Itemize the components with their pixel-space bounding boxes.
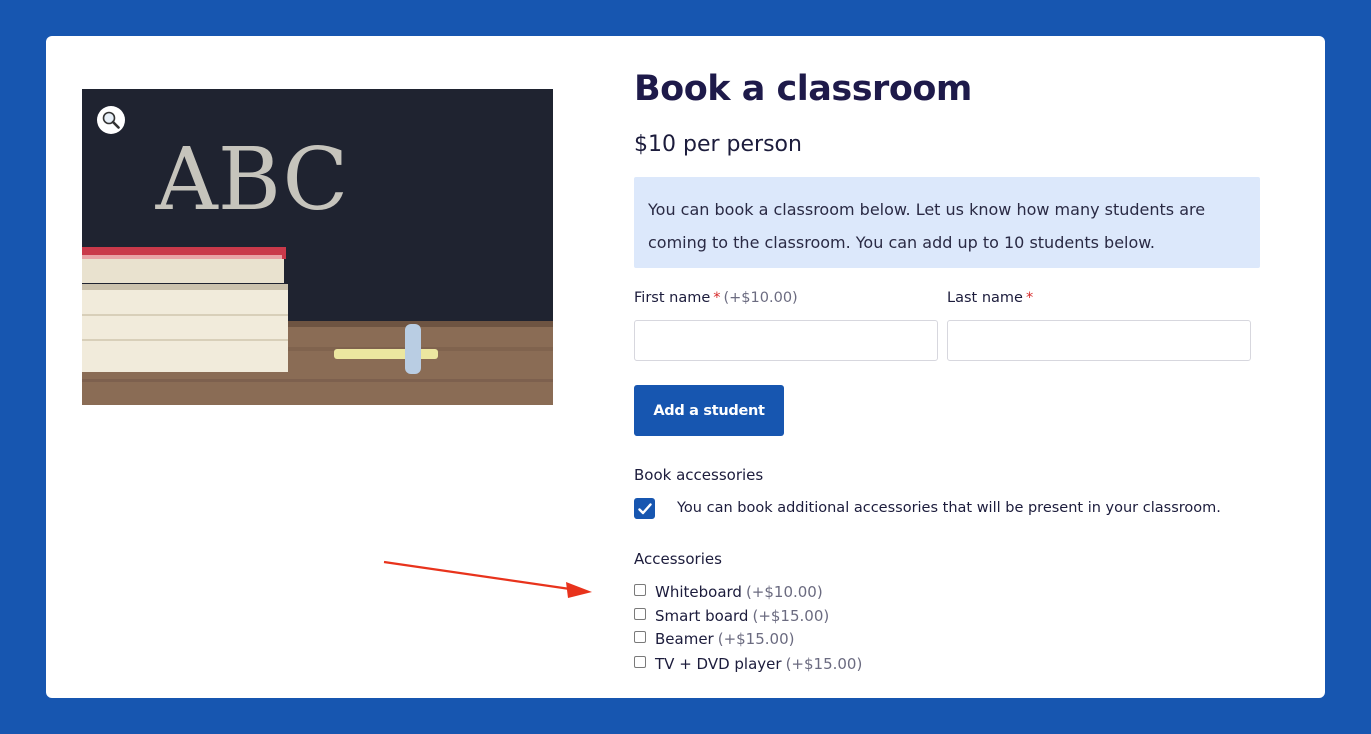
accessory-name: Smart board — [655, 607, 749, 625]
accessory-name: Beamer — [655, 630, 714, 648]
last-name-field[interactable] — [947, 320, 1251, 361]
accessories-label: Accessories — [634, 550, 722, 568]
first-name-label-text: First name — [634, 290, 711, 306]
product-image: ABC — [82, 89, 553, 405]
zoom-icon — [102, 111, 120, 129]
smart-board-checkbox[interactable] — [634, 608, 646, 620]
accessory-price: (+$15.00) — [785, 655, 863, 673]
first-name-label: First name * (+$10.00) — [634, 290, 798, 306]
beamer-checkbox[interactable] — [634, 631, 646, 643]
accessory-price: (+$15.00) — [752, 607, 830, 625]
whiteboard-checkbox[interactable] — [634, 584, 646, 596]
add-student-button[interactable]: Add a student — [634, 385, 784, 436]
book-accessories-checkbox[interactable] — [634, 498, 655, 519]
tv-dvd-checkbox[interactable] — [634, 656, 646, 668]
chalkboard-text: ABC — [155, 130, 349, 230]
accessory-option-beamer[interactable]: Beamer (+$15.00) — [634, 629, 794, 649]
accessory-price: (+$15.00) — [717, 630, 795, 648]
annotation-arrow-icon — [383, 560, 592, 598]
required-asterisk: * — [713, 290, 721, 306]
book-accessories-label: Book accessories — [634, 466, 764, 484]
checkmark-icon — [637, 502, 652, 514]
product-card: ABC Book a classroom $10 per person You … — [46, 36, 1325, 698]
info-notice: You can book a classroom below. Let us k… — [634, 177, 1260, 268]
first-name-field[interactable] — [634, 320, 938, 361]
accessory-option-tv-dvd[interactable]: TV + DVD player (+$15.00) — [634, 654, 862, 674]
accessory-option-smart-board[interactable]: Smart board (+$15.00) — [634, 606, 829, 626]
accessory-option-whiteboard[interactable]: Whiteboard (+$10.00) — [634, 582, 823, 602]
accessory-name: Whiteboard — [655, 583, 742, 601]
classroom-photo: ABC — [82, 89, 553, 405]
product-title: Book a classroom — [634, 69, 972, 109]
last-name-label: Last name * — [947, 290, 1033, 306]
product-price: $10 per person — [634, 132, 802, 157]
last-name-label-text: Last name — [947, 290, 1023, 306]
accessory-name: TV + DVD player — [655, 655, 782, 673]
zoom-button[interactable] — [97, 106, 125, 134]
required-asterisk: * — [1025, 290, 1034, 306]
first-name-price: (+$10.00) — [723, 290, 798, 306]
book-accessories-checkbox-label: You can book additional accessories that… — [677, 500, 1221, 516]
accessory-price: (+$10.00) — [745, 583, 823, 601]
